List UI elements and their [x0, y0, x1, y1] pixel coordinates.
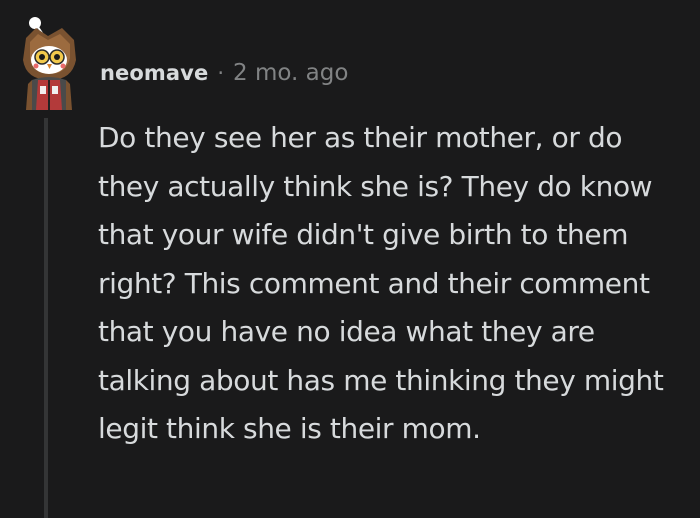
user-avatar[interactable] — [14, 14, 84, 114]
meta-separator: · — [217, 61, 224, 85]
comment-timestamp[interactable]: 2 mo. ago — [233, 60, 348, 86]
comment: neomave · 2 mo. ago Do they see her as t… — [0, 0, 700, 518]
thread-collapse-line[interactable] — [44, 118, 48, 518]
comment-meta: neomave · 2 mo. ago — [100, 58, 348, 88]
username-link[interactable]: neomave — [100, 61, 208, 85]
snoo-owl-avatar-icon — [23, 17, 76, 110]
comment-body: Do they see her as their mother, or do t… — [98, 121, 664, 445]
